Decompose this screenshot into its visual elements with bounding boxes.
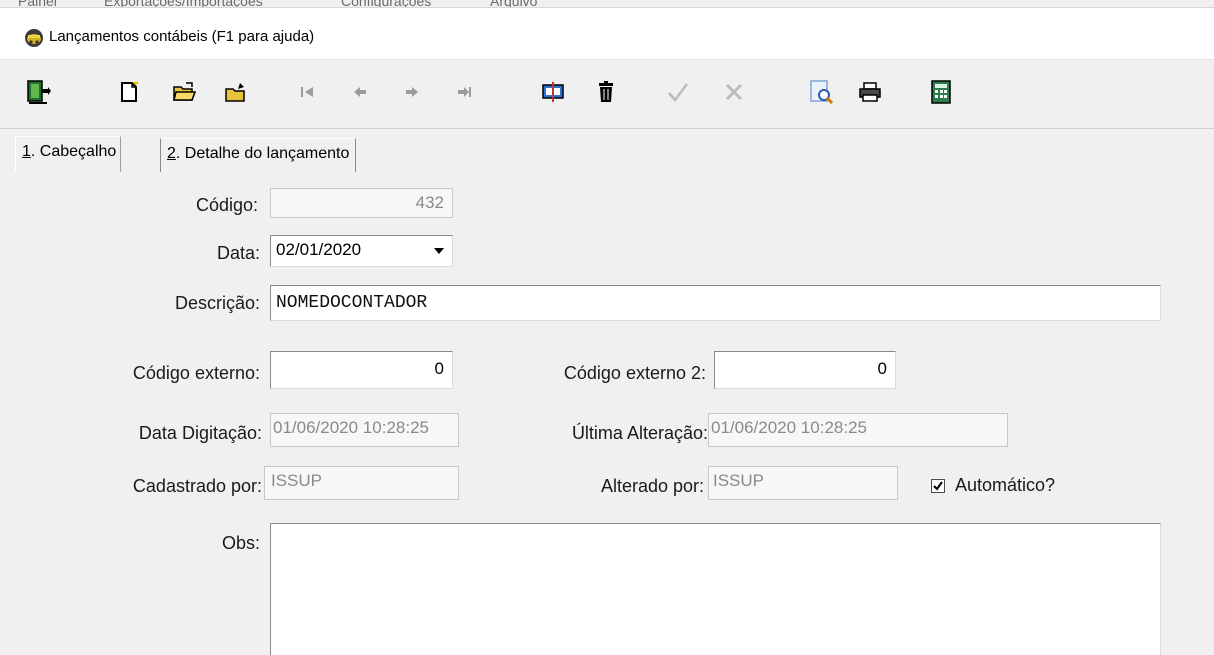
codigo-value: 432 <box>415 193 444 212</box>
edit-button[interactable] <box>222 78 250 106</box>
prior-record-button[interactable] <box>346 78 374 106</box>
calculator-icon <box>930 80 952 104</box>
cadastrado-por-field[interactable]: ISSUP <box>264 466 459 500</box>
new-button[interactable] <box>115 78 143 106</box>
obs-textarea[interactable] <box>270 523 1161 655</box>
codigo-externo-2-value: 0 <box>877 359 887 378</box>
descricao-label: Descrição: <box>174 293 260 313</box>
codigo-externo-2-field[interactable]: 0 <box>714 351 896 389</box>
next-record-icon <box>403 85 421 99</box>
descricao-value: NOMEDOCONTADOR <box>276 293 428 313</box>
tab-detalhe-hotkey: 2 <box>167 145 176 162</box>
data-digitacao-label: Data Digitação: <box>138 423 262 443</box>
first-record-button[interactable] <box>294 78 322 106</box>
obs-label: Obs: <box>221 533 260 553</box>
codigo-field[interactable]: 432 <box>270 188 453 218</box>
prior-record-icon <box>351 85 369 99</box>
new-document-icon <box>118 81 140 103</box>
codigo-externo-label: Código externo: <box>132 363 260 383</box>
checkmark-icon <box>666 81 690 103</box>
printer-icon <box>858 81 882 103</box>
delete-button[interactable] <box>592 78 620 106</box>
codigo-externo-2-label: Código externo 2: <box>563 363 706 383</box>
search-button[interactable] <box>807 78 835 106</box>
data-value: 02/01/2020 <box>276 240 362 259</box>
calculator-button[interactable] <box>927 78 955 106</box>
ultima-alteracao-field[interactable]: 01/06/2020 10:28:25 <box>708 413 1008 447</box>
ultima-alteracao-value: 01/06/2020 10:28:25 <box>711 418 867 437</box>
trash-icon <box>596 80 616 104</box>
data-combobox[interactable]: 02/01/2020 <box>270 235 453 267</box>
window-title: Lançamentos contábeis (F1 para ajuda) <box>49 28 315 45</box>
exit-button[interactable] <box>24 78 52 106</box>
print-button[interactable] <box>856 78 884 106</box>
chevron-down-icon[interactable] <box>428 238 450 264</box>
app-root: Painel Exportações/Importações Configura… <box>0 0 1214 655</box>
open-button[interactable] <box>170 78 198 106</box>
replace-button[interactable] <box>539 78 567 106</box>
first-record-icon <box>299 85 317 99</box>
title-bar: Lançamentos contábeis (F1 para ajuda) <box>0 8 1214 60</box>
lancamentos-window: Lançamentos contábeis (F1 para ajuda) 1.… <box>0 7 1214 655</box>
alterado-por-field[interactable]: ISSUP <box>708 466 898 500</box>
last-record-icon <box>455 85 473 99</box>
cadastrado-por-value: ISSUP <box>271 471 323 490</box>
codigo-externo-value: 0 <box>434 359 444 378</box>
tab-cabecalho-label: . Cabeçalho <box>30 143 117 160</box>
toolbar <box>0 61 1214 129</box>
cancel-x-icon <box>723 81 745 103</box>
descricao-field[interactable]: NOMEDOCONTADOR <box>270 285 1161 321</box>
edit-folder-icon <box>224 81 248 103</box>
data-digitacao-value: 01/06/2020 10:28:25 <box>273 418 429 437</box>
cadastrado-por-label: Cadastrado por: <box>132 476 262 496</box>
cancel-button[interactable] <box>720 78 748 106</box>
exit-door-icon <box>25 79 51 105</box>
codigo-externo-field[interactable]: 0 <box>270 351 453 389</box>
open-folder-icon <box>172 81 196 103</box>
ultima-alteracao-label: Última Alteração: <box>571 423 708 443</box>
codigo-label: Código: <box>195 195 258 215</box>
alterado-por-label: Alterado por: <box>600 476 704 496</box>
data-label: Data: <box>216 243 260 263</box>
automatico-label: Automático? <box>955 475 1056 495</box>
next-record-button[interactable] <box>398 78 426 106</box>
tab-detalhe-label: . Detalhe do lançamento <box>175 145 350 162</box>
tab-detalhe-lancamento[interactable]: 2. Detalhe do lançamento <box>160 138 357 172</box>
find-replace-icon <box>541 80 565 104</box>
alterado-por-value: ISSUP <box>713 471 765 490</box>
menu-bar: Painel Exportações/Importações Configura… <box>0 0 1214 9</box>
app-logo-icon <box>24 28 44 48</box>
search-magnifier-icon <box>808 79 834 105</box>
data-digitacao-field[interactable]: 01/06/2020 10:28:25 <box>270 413 459 447</box>
automatico-checkbox[interactable]: Automático? <box>931 475 1091 497</box>
tab-cabecalho[interactable]: 1. Cabeçalho <box>15 136 122 172</box>
tab-cabecalho-hotkey: 1 <box>22 143 31 160</box>
checkbox-checked-icon <box>931 479 945 493</box>
tab-strip: 1. Cabeçalho 2. Detalhe do lançamento <box>0 132 1214 172</box>
cabecalho-panel: Código: 432 Data: 02/01/2020 Descrição: … <box>0 173 1214 655</box>
last-record-button[interactable] <box>450 78 478 106</box>
post-button[interactable] <box>664 78 692 106</box>
